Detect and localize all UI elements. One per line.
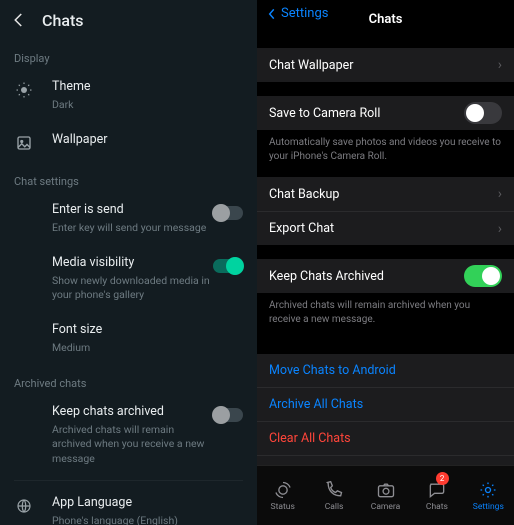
row-wallpaper[interactable]: Wallpaper: [0, 122, 257, 163]
row-font-size[interactable]: Font size Medium: [0, 312, 257, 365]
divider: [14, 480, 243, 481]
page-title: Chats: [42, 11, 84, 30]
tab-label: Camera: [371, 502, 400, 512]
theme-icon: [14, 80, 34, 100]
page-title: Chats: [369, 12, 403, 27]
keep-archived-sub: Archived chats will remain archived when…: [52, 423, 213, 466]
row-chat-wallpaper[interactable]: Chat Wallpaper ›: [257, 48, 514, 82]
move-android-label: Move Chats to Android: [269, 363, 396, 378]
media-visibility-toggle[interactable]: [213, 259, 243, 273]
keep-archived-caption: Archived chats will remain archived when…: [257, 293, 514, 336]
chats-badge: 2: [436, 472, 449, 485]
keep-archived-label: Keep chats archived: [52, 404, 213, 421]
export-chat-label: Export Chat: [269, 221, 498, 236]
status-icon: [273, 480, 293, 500]
tab-bar: Status Calls Camera 2 Chats Settings: [257, 465, 514, 525]
keep-archived-toggle[interactable]: [464, 265, 502, 287]
keep-archived-toggle[interactable]: [213, 408, 243, 422]
chevron-right-icon: ›: [498, 57, 502, 73]
section-header-chat-settings: Chat settings: [0, 163, 257, 192]
enter-is-send-toggle[interactable]: [213, 206, 243, 220]
tab-status[interactable]: Status: [257, 466, 308, 525]
row-chat-backup-ios[interactable]: Chat Backup ›: [257, 177, 514, 211]
tab-label: Settings: [473, 502, 504, 512]
link-clear-all[interactable]: Clear All Chats: [257, 421, 514, 455]
row-app-language[interactable]: App Language Phone's language (English): [0, 485, 257, 525]
chat-wallpaper-label: Chat Wallpaper: [269, 58, 498, 73]
app-language-label: App Language: [52, 495, 243, 512]
phone-icon: [324, 480, 344, 500]
clear-all-label: Clear All Chats: [269, 431, 351, 446]
tab-calls[interactable]: Calls: [308, 466, 359, 525]
keep-archived-label: Keep Chats Archived: [269, 269, 464, 284]
section-header-archived: Archived chats: [0, 365, 257, 394]
chevron-right-icon: ›: [498, 221, 502, 237]
row-enter-is-send[interactable]: Enter is send Enter key will send your m…: [0, 192, 257, 245]
tab-camera[interactable]: Camera: [360, 466, 411, 525]
font-size-label: Font size: [52, 322, 243, 339]
android-header: Chats: [0, 0, 257, 40]
row-keep-archived-ios[interactable]: Keep Chats Archived: [257, 259, 514, 293]
tab-label: Chats: [426, 502, 448, 512]
enter-is-send-label: Enter is send: [52, 202, 213, 219]
row-export-chat[interactable]: Export Chat ›: [257, 211, 514, 245]
section-header-display: Display: [0, 40, 257, 69]
chat-backup-label: Chat Backup: [269, 187, 498, 202]
back-label: Settings: [281, 6, 328, 21]
ios-pane: Settings Chats Chat Wallpaper › Save to …: [257, 0, 514, 525]
row-keep-archived[interactable]: Keep chats archived Archived chats will …: [0, 394, 257, 475]
globe-icon: [14, 496, 34, 516]
link-delete-all[interactable]: Delete All Chats: [257, 455, 514, 465]
archive-all-label: Archive All Chats: [269, 397, 363, 412]
wallpaper-label: Wallpaper: [52, 132, 243, 149]
row-media-visibility[interactable]: Media visibility Show newly downloaded m…: [0, 245, 257, 312]
font-size-value: Medium: [52, 341, 243, 355]
wallpaper-icon: [14, 133, 34, 153]
media-visibility-sub: Show newly downloaded media in your phon…: [52, 274, 213, 302]
camera-icon: [376, 480, 396, 500]
save-camera-caption: Automatically save photos and videos you…: [257, 130, 514, 173]
tab-label: Calls: [325, 502, 344, 512]
row-save-camera[interactable]: Save to Camera Roll: [257, 96, 514, 130]
android-pane: Chats Display Theme Dark Wallpaper Chat …: [0, 0, 257, 525]
tab-label: Status: [271, 502, 295, 512]
gear-icon: [478, 480, 498, 500]
tab-settings[interactable]: Settings: [463, 466, 514, 525]
app-language-value: Phone's language (English): [52, 514, 243, 525]
chevron-right-icon: ›: [498, 186, 502, 202]
link-move-android[interactable]: Move Chats to Android: [257, 354, 514, 387]
ios-header: Settings Chats: [257, 0, 514, 34]
theme-value: Dark: [52, 98, 243, 112]
back-button[interactable]: Settings: [265, 6, 328, 21]
link-archive-all[interactable]: Archive All Chats: [257, 387, 514, 421]
tab-chats[interactable]: 2 Chats: [411, 466, 462, 525]
save-camera-toggle[interactable]: [464, 102, 502, 124]
media-visibility-label: Media visibility: [52, 255, 213, 272]
enter-is-send-sub: Enter key will send your message: [52, 221, 213, 235]
row-theme[interactable]: Theme Dark: [0, 69, 257, 122]
save-camera-label: Save to Camera Roll: [269, 106, 464, 121]
back-arrow-icon[interactable]: [10, 11, 28, 29]
theme-label: Theme: [52, 79, 243, 96]
chevron-left-icon: [265, 7, 279, 21]
